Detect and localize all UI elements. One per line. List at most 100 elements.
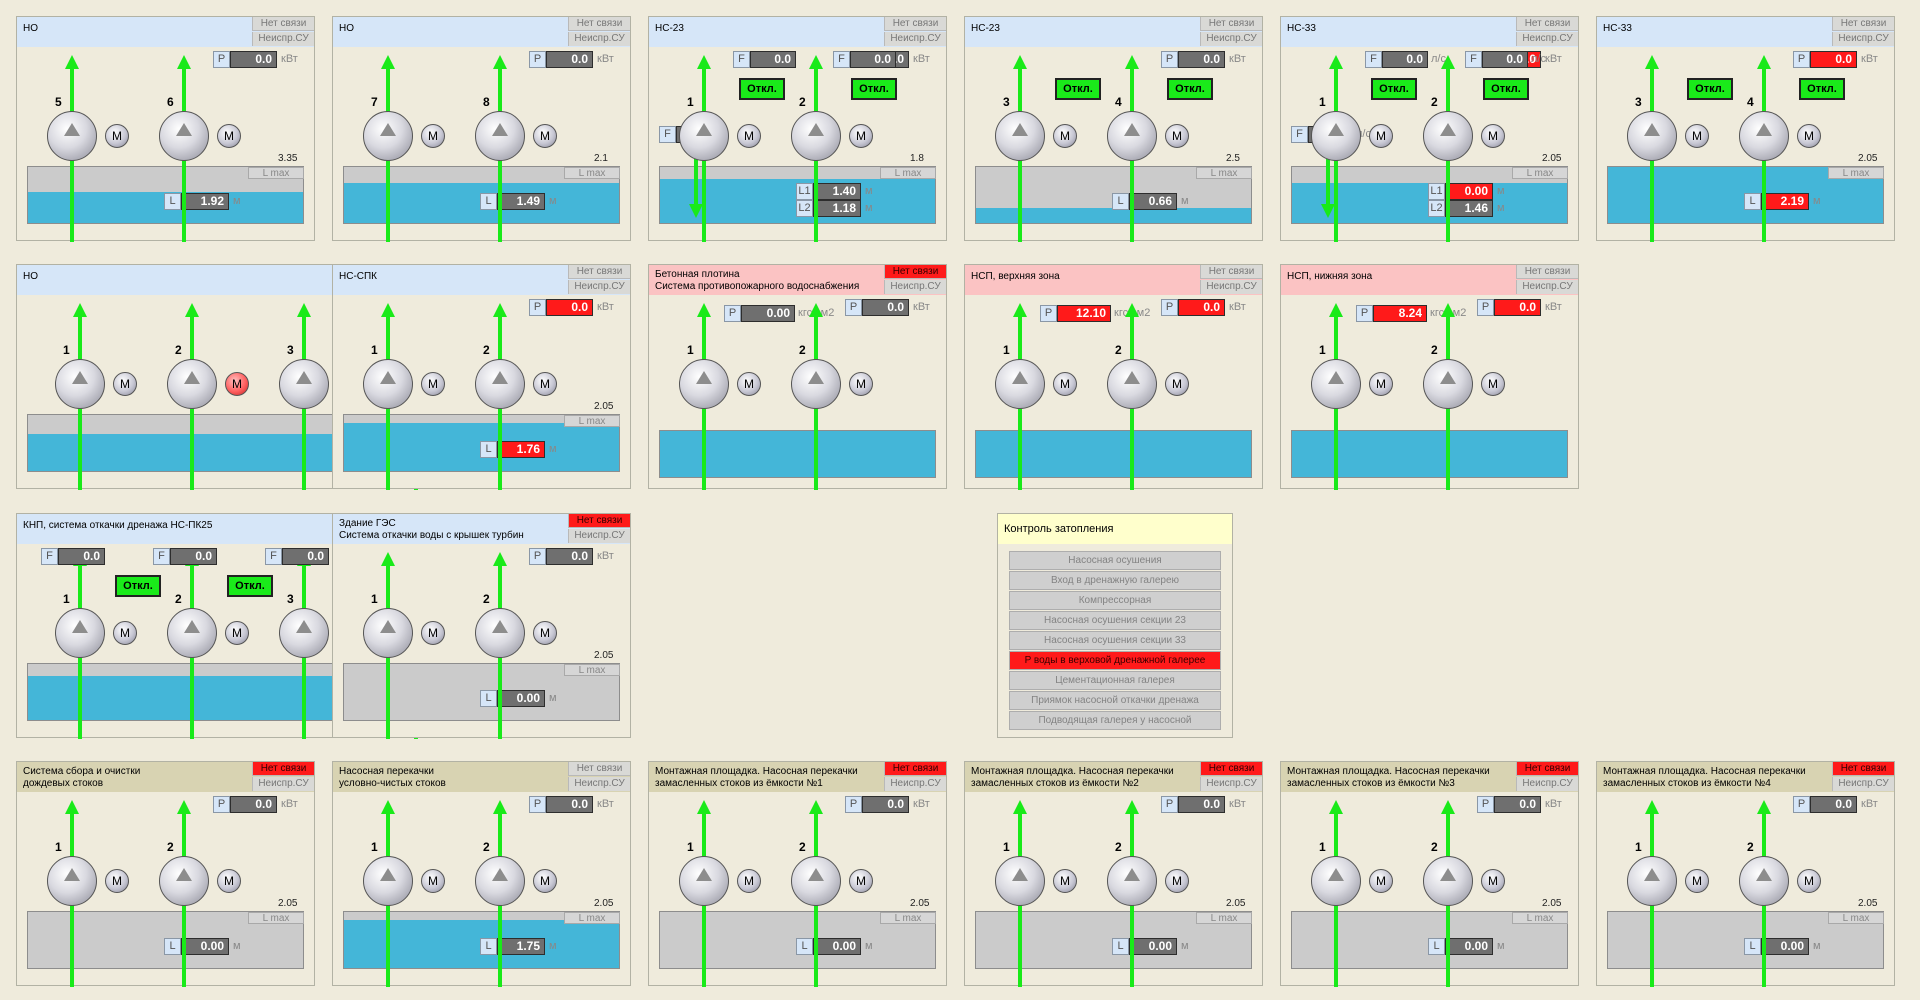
- flood-item[interactable]: P воды в верховой дренажной галерее: [1009, 651, 1221, 670]
- pump-icon[interactable]: [1627, 856, 1677, 906]
- off-status-button[interactable]: Откл.: [1687, 78, 1733, 100]
- flood-item[interactable]: Насосная осушения: [1009, 551, 1221, 570]
- motor-icon[interactable]: M: [849, 372, 873, 396]
- off-status-button[interactable]: Откл.: [1167, 78, 1213, 100]
- motor-icon[interactable]: M: [849, 869, 873, 893]
- pump-icon[interactable]: [1423, 856, 1473, 906]
- motor-icon[interactable]: M: [533, 621, 557, 645]
- off-status-button[interactable]: Откл.: [227, 575, 273, 597]
- pump-icon[interactable]: [1311, 359, 1361, 409]
- off-status-button[interactable]: Откл.: [1371, 78, 1417, 100]
- motor-icon[interactable]: M: [1369, 124, 1393, 148]
- pump-icon[interactable]: [679, 359, 729, 409]
- pump-icon[interactable]: [363, 608, 413, 658]
- pump-icon[interactable]: [159, 856, 209, 906]
- motor-icon[interactable]: M: [1053, 372, 1077, 396]
- pump-icon[interactable]: [1107, 111, 1157, 161]
- motor-icon[interactable]: M: [225, 372, 249, 396]
- pump-icon[interactable]: [1627, 111, 1677, 161]
- off-status-button[interactable]: Откл.: [851, 78, 897, 100]
- pump-icon[interactable]: [159, 111, 209, 161]
- motor-icon[interactable]: M: [533, 372, 557, 396]
- motor-icon[interactable]: M: [737, 869, 761, 893]
- flood-item[interactable]: Насосная осушения секции 33: [1009, 631, 1221, 650]
- pump-icon[interactable]: [1107, 359, 1157, 409]
- off-status-button[interactable]: Откл.: [1483, 78, 1529, 100]
- pump-icon[interactable]: [167, 608, 217, 658]
- pressure-value: 0.00: [741, 305, 795, 322]
- motor-icon[interactable]: M: [421, 869, 445, 893]
- pump-icon[interactable]: [47, 856, 97, 906]
- pump-icon[interactable]: [55, 608, 105, 658]
- flood-item[interactable]: Приямок насосной откачки дренажа: [1009, 691, 1221, 710]
- motor-icon[interactable]: M: [217, 869, 241, 893]
- off-status-button[interactable]: Откл.: [739, 78, 785, 100]
- pump-icon[interactable]: [279, 608, 329, 658]
- pump-icon[interactable]: [55, 359, 105, 409]
- motor-icon[interactable]: M: [1165, 124, 1189, 148]
- motor-icon[interactable]: M: [113, 372, 137, 396]
- pump-icon[interactable]: [679, 111, 729, 161]
- pump-icon[interactable]: [1107, 856, 1157, 906]
- off-status-button[interactable]: Откл.: [1799, 78, 1845, 100]
- motor-icon[interactable]: M: [1165, 869, 1189, 893]
- motor-icon[interactable]: M: [1685, 124, 1709, 148]
- motor-icon[interactable]: M: [1369, 869, 1393, 893]
- off-status-button[interactable]: Откл.: [1055, 78, 1101, 100]
- motor-icon[interactable]: M: [217, 124, 241, 148]
- flood-item[interactable]: Цементационная галерея: [1009, 671, 1221, 690]
- motor-icon[interactable]: M: [849, 124, 873, 148]
- motor-icon[interactable]: M: [105, 869, 129, 893]
- off-status-button[interactable]: Откл.: [115, 575, 161, 597]
- pump-icon[interactable]: [363, 359, 413, 409]
- motor-icon[interactable]: M: [1481, 869, 1505, 893]
- pump-icon[interactable]: [47, 111, 97, 161]
- pump-icon[interactable]: [1423, 111, 1473, 161]
- flood-item[interactable]: Насосная осушения секции 23: [1009, 611, 1221, 630]
- pump-icon[interactable]: [475, 111, 525, 161]
- pump-icon[interactable]: [791, 856, 841, 906]
- pump-icon[interactable]: [1311, 111, 1361, 161]
- pump-icon[interactable]: [475, 608, 525, 658]
- pump-icon[interactable]: [995, 359, 1045, 409]
- motor-icon[interactable]: M: [1797, 869, 1821, 893]
- flood-item[interactable]: Подводящая галерея у насосной: [1009, 711, 1221, 730]
- motor-icon[interactable]: M: [533, 869, 557, 893]
- pump-icon[interactable]: [1311, 856, 1361, 906]
- motor-icon[interactable]: M: [1165, 372, 1189, 396]
- motor-icon[interactable]: M: [225, 621, 249, 645]
- pump-icon[interactable]: [995, 111, 1045, 161]
- motor-icon[interactable]: M: [1053, 124, 1077, 148]
- motor-icon[interactable]: M: [421, 621, 445, 645]
- motor-icon[interactable]: M: [421, 124, 445, 148]
- motor-icon[interactable]: M: [1481, 124, 1505, 148]
- pump-icon[interactable]: [363, 856, 413, 906]
- pump-icon[interactable]: [475, 856, 525, 906]
- motor-icon[interactable]: M: [737, 372, 761, 396]
- motor-icon[interactable]: M: [1369, 372, 1393, 396]
- motor-icon[interactable]: M: [105, 124, 129, 148]
- pump-icon[interactable]: [1739, 856, 1789, 906]
- motor-icon[interactable]: M: [737, 124, 761, 148]
- pump-icon[interactable]: [279, 359, 329, 409]
- motor-icon[interactable]: M: [1481, 372, 1505, 396]
- motor-icon[interactable]: M: [1685, 869, 1709, 893]
- motor-icon[interactable]: M: [533, 124, 557, 148]
- pump-icon[interactable]: [679, 856, 729, 906]
- pump-icon[interactable]: [995, 856, 1045, 906]
- level-unit: м: [549, 195, 557, 207]
- pump-icon[interactable]: [791, 359, 841, 409]
- motor-icon[interactable]: M: [1797, 124, 1821, 148]
- pump-icon[interactable]: [363, 111, 413, 161]
- flood-item[interactable]: Компрессорная: [1009, 591, 1221, 610]
- motor-icon[interactable]: M: [421, 372, 445, 396]
- motor-icon[interactable]: M: [1053, 869, 1077, 893]
- pump-icon[interactable]: [475, 359, 525, 409]
- lmax-label: L max: [1828, 912, 1884, 924]
- pump-icon[interactable]: [167, 359, 217, 409]
- flood-item[interactable]: Вход в дренажную галерею: [1009, 571, 1221, 590]
- pump-icon[interactable]: [1739, 111, 1789, 161]
- motor-icon[interactable]: M: [113, 621, 137, 645]
- pump-icon[interactable]: [1423, 359, 1473, 409]
- pump-icon[interactable]: [791, 111, 841, 161]
